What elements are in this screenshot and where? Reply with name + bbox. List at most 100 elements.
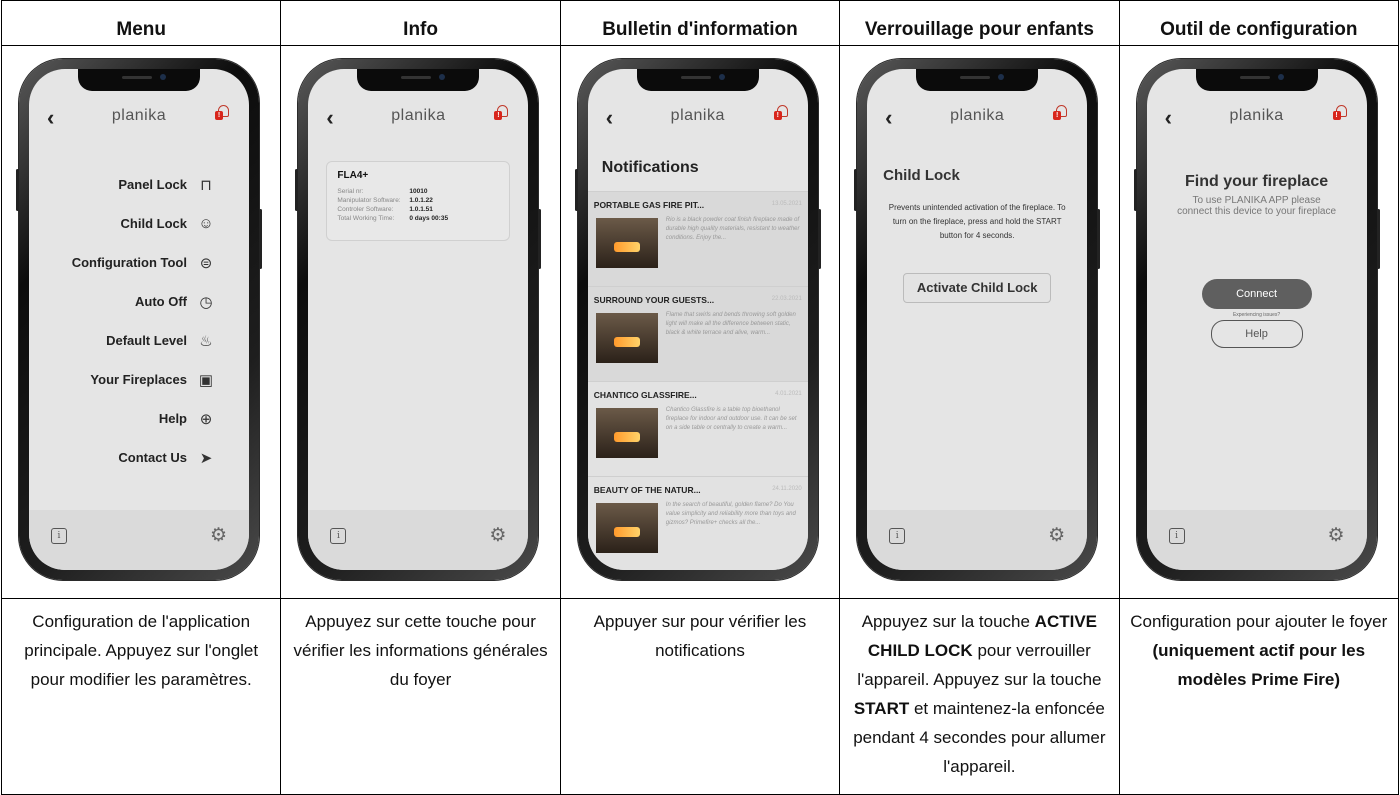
gear-icon[interactable]: ⚙ xyxy=(489,524,506,547)
notifications-list: PORTABLE GAS FIRE PIT... 13.05.2021 Rio … xyxy=(587,191,808,570)
notification-date: 4.01.2021 xyxy=(775,391,802,397)
activate-child-lock-button[interactable]: Activate Child Lock xyxy=(903,273,1052,303)
info-row-controler: Controler Software: 1.0.1.51 xyxy=(337,206,433,213)
menu-item-auto-off[interactable]: Auto Off ◷ xyxy=(29,282,249,321)
notification-thumbnail xyxy=(595,313,658,363)
phone-notch xyxy=(78,69,200,91)
notification-title: CHANTICO GLASSFIRE... xyxy=(593,390,697,400)
phone-frame: ‹ planika ! FLA4+ Serial nr: 10010 Manipu… xyxy=(295,59,542,580)
notification-text: Chantico Glassfire is a table top bioeth… xyxy=(665,407,797,431)
bulletin-screenshot-cell: ‹ planika ! Notifications PORTABLE GAS F… xyxy=(559,45,841,599)
phone-frame: ‹ planika ! Find your fireplace To use P… xyxy=(1133,59,1380,580)
phone-frame: ‹ planika ! Panel Lock ⊓ Child Lock ☺ Conf… xyxy=(16,59,262,580)
device-model: FLA4+ xyxy=(337,170,369,181)
main-menu: Panel Lock ⊓ Child Lock ☺ Configuration To… xyxy=(29,165,249,477)
phone-notch xyxy=(357,69,480,91)
config-tool-description: Configuration pour ajouter le foyer (uni… xyxy=(1118,598,1400,795)
menu-item-label: Your Fireplaces xyxy=(90,372,187,387)
find-fireplace-title: Find your fireplace xyxy=(1184,173,1329,190)
bottom-bar: i ⚙ xyxy=(308,510,529,570)
config-tool-screenshot-cell: ‹ planika ! Find your fireplace To use P… xyxy=(1118,45,1400,599)
clock-icon: ◷ xyxy=(199,293,213,311)
child-lock-screenshot-cell: ‹ planika ! Child Lock Prevents unintend… xyxy=(839,45,1120,599)
phone-screen: ‹ planika ! Notifications PORTABLE GAS F… xyxy=(587,69,808,570)
app-header: ‹ planika ! xyxy=(588,91,808,143)
phone-notch xyxy=(636,69,759,91)
menu-item-contact-us[interactable]: Contact Us ➤ xyxy=(29,438,249,477)
phone-notch xyxy=(916,69,1039,91)
bell-icon[interactable]: ! xyxy=(773,104,790,122)
notification-thumbnail xyxy=(595,503,658,553)
info-row-serial: Serial nr: 10010 xyxy=(337,188,428,195)
phone-screen: ‹ planika ! Child Lock Prevents unintend… xyxy=(867,69,1088,570)
header-bulletin: Bulletin d'information xyxy=(559,0,841,46)
lifebuoy-icon: ⊕ xyxy=(199,410,213,428)
fireplace-icon: ▣ xyxy=(198,371,214,389)
info-row-working-time: Total Working Time: 0 days 00:35 xyxy=(337,215,449,222)
phone-notch xyxy=(1195,69,1318,91)
bell-icon[interactable]: ! xyxy=(494,104,510,122)
menu-item-label: Panel Lock xyxy=(118,177,187,192)
notification-date: 24.11.2020 xyxy=(772,486,802,492)
gear-icon[interactable]: ⚙ xyxy=(210,524,227,547)
phone-screen: ‹ planika ! Find your fireplace To use P… xyxy=(1146,69,1367,570)
header-info: Info xyxy=(280,0,561,46)
notifications-title: Notifications xyxy=(601,159,699,176)
info-icon[interactable]: i xyxy=(51,528,67,544)
info-row-manipulator: Manipulator Software: 1.0.1.22 xyxy=(337,197,433,204)
info-icon[interactable]: i xyxy=(330,528,347,544)
phone-screen: ‹ planika ! Panel Lock ⊓ Child Lock ☺ Conf… xyxy=(29,69,249,570)
menu-item-label: Configuration Tool xyxy=(71,255,187,270)
device-info-card: FLA4+ Serial nr: 10010 Manipulator Softwa… xyxy=(326,161,511,241)
child-lock-description: Prevents unintended activation of the fi… xyxy=(888,203,1066,240)
notification-thumbnail xyxy=(595,218,658,268)
phone-screen: ‹ planika ! FLA4+ Serial nr: 10010 Manipu… xyxy=(308,69,529,570)
menu-item-configuration-tool[interactable]: Configuration Tool ⊜ xyxy=(29,243,249,282)
menu-item-help[interactable]: Help ⊕ xyxy=(29,399,249,438)
bottom-bar: i ⚙ xyxy=(1146,510,1367,570)
phone-frame: ‹ planika ! Notifications PORTABLE GAS F… xyxy=(574,59,821,580)
bell-icon[interactable]: ! xyxy=(215,104,231,122)
info-screenshot-cell: ‹ planika ! FLA4+ Serial nr: 10010 Manipu… xyxy=(280,45,561,599)
notification-item[interactable]: CHANTICO GLASSFIRE... 4.01.2021 Chantico… xyxy=(587,381,808,476)
notification-title: PORTABLE GAS FIRE PIT... xyxy=(593,200,705,210)
menu-item-child-lock[interactable]: Child Lock ☺ xyxy=(29,204,249,243)
app-header: ‹ planika ! xyxy=(867,91,1087,143)
notification-title: SURROUND YOUR GUESTS... xyxy=(593,295,715,305)
menu-description: Configuration de l'application principal… xyxy=(0,598,282,795)
bell-icon[interactable]: ! xyxy=(1332,104,1349,122)
menu-item-label: Default Level xyxy=(106,333,187,348)
bulletin-description: Appuyer sur pour vérifier les notificati… xyxy=(559,598,841,795)
notification-text: Flame that swirls and bends throwing sof… xyxy=(665,312,796,336)
menu-item-panel-lock[interactable]: Panel Lock ⊓ xyxy=(29,165,249,204)
experiencing-issues-label: Experiencing issues? xyxy=(1232,312,1281,318)
info-icon[interactable]: i xyxy=(889,528,906,544)
app-header: ‹ planika ! xyxy=(1147,91,1367,143)
menu-item-label: Contact Us xyxy=(118,450,187,465)
info-icon[interactable]: i xyxy=(1168,528,1185,544)
menu-screenshot-cell: ‹ planika ! Panel Lock ⊓ Child Lock ☺ Conf… xyxy=(0,45,282,599)
header-child-lock: Verrouillage pour enfants xyxy=(839,0,1120,46)
menu-item-label: Auto Off xyxy=(135,294,187,309)
connect-button[interactable]: Connect xyxy=(1201,279,1312,309)
baby-icon: ☺ xyxy=(198,215,214,232)
notification-date: 22.03.2021 xyxy=(771,296,802,302)
notification-item[interactable]: SURROUND YOUR GUESTS... 22.03.2021 Flame… xyxy=(587,286,808,381)
bell-icon[interactable]: ! xyxy=(1053,104,1069,122)
lock-icon: ⊓ xyxy=(200,176,212,194)
menu-item-default-level[interactable]: Default Level ♨ xyxy=(29,321,249,360)
notification-item[interactable]: BEAUTY OF THE NATUR... 24.11.2020 In the… xyxy=(587,476,808,570)
notification-item[interactable]: PORTABLE GAS FIRE PIT... 13.05.2021 Rio … xyxy=(587,191,808,286)
gear-icon[interactable]: ⚙ xyxy=(1048,524,1065,547)
bottom-bar: i ⚙ xyxy=(29,510,249,570)
header-menu: Menu xyxy=(0,0,282,46)
phone-frame: ‹ planika ! Child Lock Prevents unintend… xyxy=(854,59,1101,580)
toggle-icon: ⊜ xyxy=(199,254,213,272)
help-button[interactable]: Help xyxy=(1210,320,1303,348)
notification-text: In the search of beautiful, golden flame… xyxy=(665,502,796,526)
menu-item-your-fireplaces[interactable]: Your Fireplaces ▣ xyxy=(29,360,249,399)
menu-item-label: Help xyxy=(158,411,187,426)
flame-icon: ♨ xyxy=(199,332,213,350)
gear-icon[interactable]: ⚙ xyxy=(1328,524,1345,547)
feature-table: Menu Info Bulletin d'information Verroui… xyxy=(0,0,1400,795)
